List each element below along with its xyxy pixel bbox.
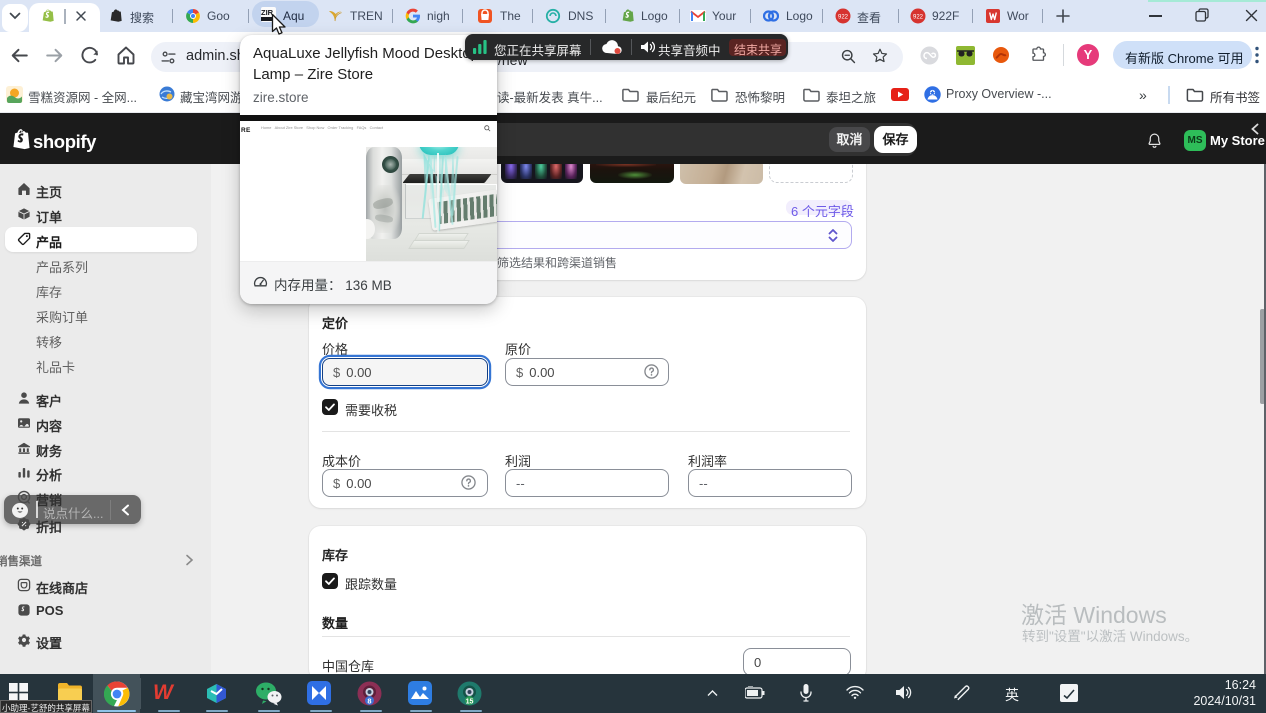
svg-text:922: 922 [838, 15, 849, 21]
svg-text:922: 922 [913, 15, 924, 21]
svg-text:8: 8 [367, 696, 371, 705]
svg-text:15: 15 [466, 698, 474, 705]
